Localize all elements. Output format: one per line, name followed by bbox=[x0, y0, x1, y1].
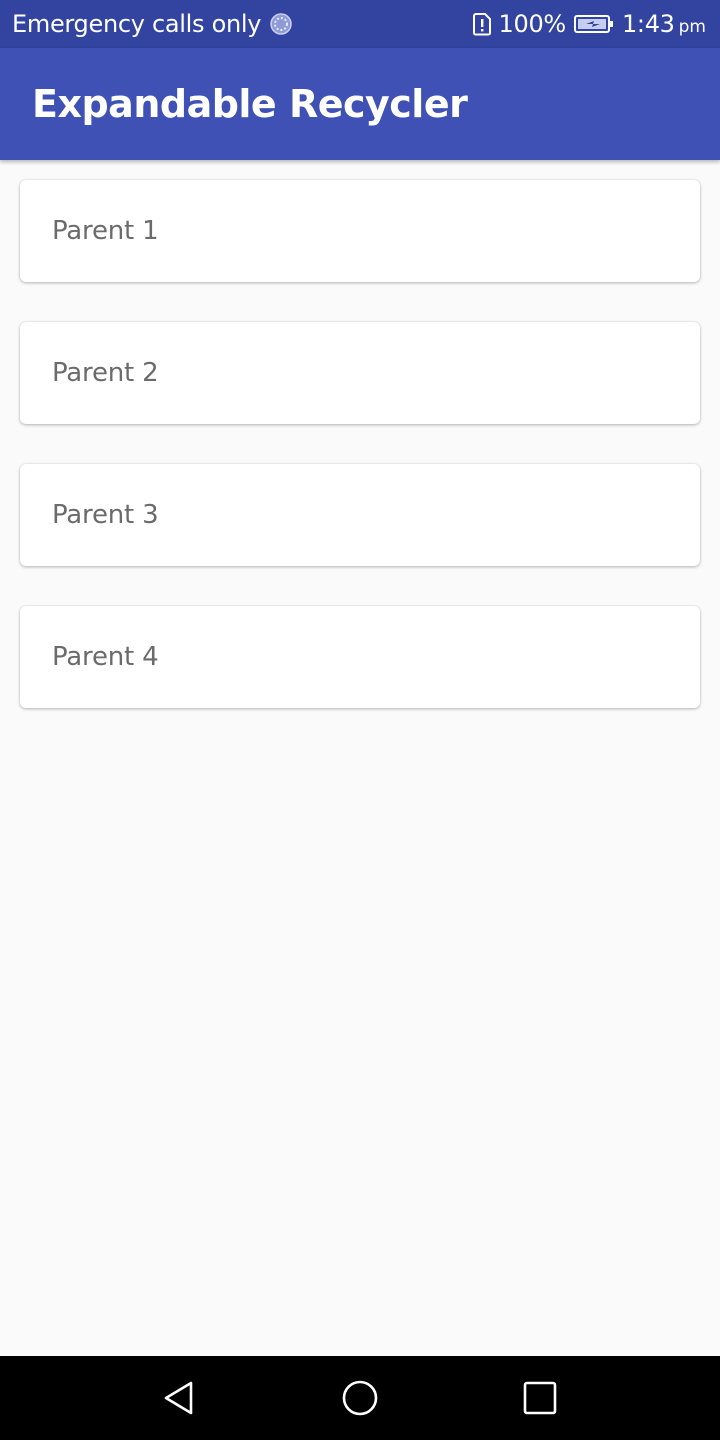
sim-alert-icon bbox=[471, 12, 493, 36]
recents-button[interactable] bbox=[495, 1356, 585, 1440]
ampm-text: pm bbox=[678, 17, 706, 37]
sync-icon bbox=[269, 12, 293, 36]
home-icon bbox=[342, 1380, 378, 1416]
parent-label: Parent 2 bbox=[52, 358, 159, 388]
parent-card-4[interactable]: Parent 4 bbox=[20, 606, 700, 708]
recents-icon bbox=[523, 1381, 557, 1415]
status-bar: Emergency calls only 100% 1:43 pm bbox=[0, 0, 720, 48]
parent-label: Parent 4 bbox=[52, 642, 159, 672]
status-right: 100% 1:43 pm bbox=[471, 0, 706, 48]
clock: 1:43 pm bbox=[622, 0, 706, 48]
carrier-text: Emergency calls only bbox=[12, 10, 262, 38]
parent-card-2[interactable]: Parent 2 bbox=[20, 322, 700, 424]
home-button[interactable] bbox=[315, 1356, 405, 1440]
app-bar: Expandable Recycler bbox=[0, 48, 720, 160]
time-text: 1:43 bbox=[621, 10, 675, 38]
back-icon bbox=[164, 1381, 193, 1415]
page-title: Expandable Recycler bbox=[32, 82, 468, 126]
status-left: Emergency calls only bbox=[12, 0, 293, 48]
navigation-bar bbox=[0, 1356, 720, 1440]
battery-percent: 100% bbox=[498, 10, 567, 38]
back-button[interactable] bbox=[135, 1356, 225, 1440]
parent-list: Parent 1 Parent 2 Parent 3 Parent 4 bbox=[20, 180, 700, 748]
parent-label: Parent 1 bbox=[52, 216, 159, 246]
battery-charging-icon bbox=[573, 14, 614, 34]
parent-label: Parent 3 bbox=[52, 500, 159, 530]
parent-card-3[interactable]: Parent 3 bbox=[20, 464, 700, 566]
parent-card-1[interactable]: Parent 1 bbox=[20, 180, 700, 282]
